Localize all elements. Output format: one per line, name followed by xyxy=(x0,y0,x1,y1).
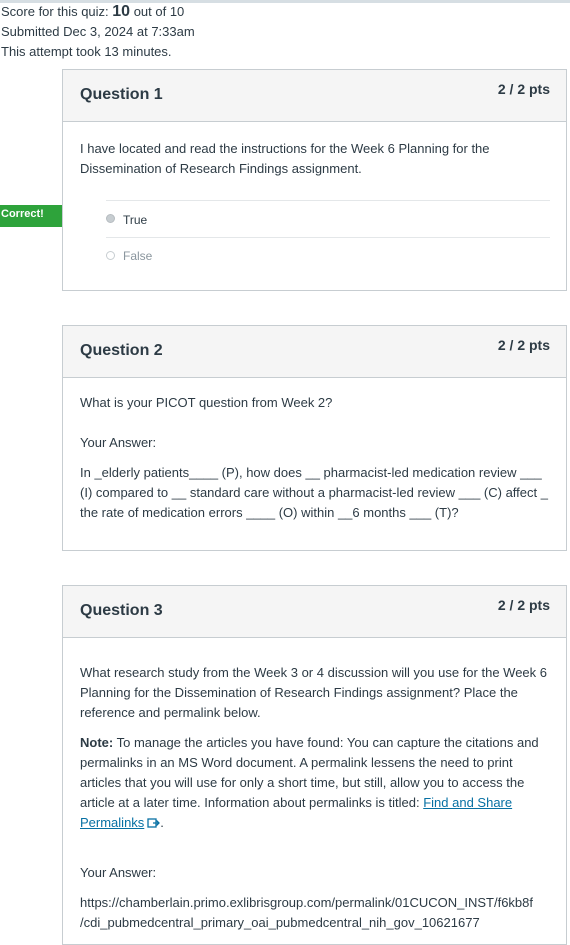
question-3-header: Question 3 2 / 2 pts xyxy=(63,586,566,638)
question-2-text: What is your PICOT question from Week 2? xyxy=(80,395,333,410)
submitted-line: Submitted Dec 3, 2024 at 7:33am xyxy=(1,24,195,39)
question-3-answer-line-1: https://chamberlain.primo.exlibrisgroup.… xyxy=(80,895,534,910)
your-answer-label: Your Answer: xyxy=(80,435,157,450)
answer-divider xyxy=(106,237,550,238)
question-3-answer-line-2: /cdi_pubmedcentral_primary_oai_pubmedcen… xyxy=(80,915,480,930)
question-3-title: Question 3 xyxy=(80,602,163,619)
radio-selected-icon xyxy=(106,214,115,223)
question-2: Question 2 2 / 2 pts What is your PICOT … xyxy=(62,325,567,551)
external-link-icon[interactable] xyxy=(147,817,161,829)
question-3-text: What research study from the Week 3 or 4… xyxy=(80,665,548,720)
question-2-title: Question 2 xyxy=(80,342,163,359)
question-1-points: 2 / 2 pts xyxy=(497,81,550,97)
score-prefix: Score for this quiz: xyxy=(1,4,113,19)
correct-flag-label: Correct! xyxy=(1,208,44,220)
option-true-label: True xyxy=(123,213,148,227)
question-2-header: Question 2 2 / 2 pts xyxy=(63,326,566,378)
note-label: Note: xyxy=(80,735,114,750)
question-3-note: Note: To manage the articles you have fo… xyxy=(80,733,550,833)
question-2-answer: In _elderly patients____ (P), how does _… xyxy=(80,465,548,520)
answer-divider xyxy=(106,200,550,201)
question-3: Question 3 2 / 2 pts What research study… xyxy=(62,585,567,945)
option-false-label: False xyxy=(123,249,153,263)
question-1-title: Question 1 xyxy=(80,86,163,103)
question-2-points: 2 / 2 pts xyxy=(497,337,550,353)
duration-line: This attempt took 13 minutes. xyxy=(1,44,172,59)
question-1: Question 1 2 / 2 pts I have located and … xyxy=(62,69,567,291)
question-1-text: I have located and read the instructions… xyxy=(80,141,490,176)
score-value: 10 xyxy=(112,3,131,20)
question-3-points: 2 / 2 pts xyxy=(497,597,550,613)
note-end: . xyxy=(160,815,164,830)
your-answer-label: Your Answer: xyxy=(80,865,157,880)
question-1-header: Question 1 2 / 2 pts xyxy=(63,70,566,122)
quiz-summary: Score for this quiz: 10 out of 10 Submit… xyxy=(1,2,195,62)
score-suffix: out of 10 xyxy=(130,4,185,19)
radio-empty-icon xyxy=(106,251,115,260)
score-line: Score for this quiz: 10 out of 10 xyxy=(1,2,195,22)
